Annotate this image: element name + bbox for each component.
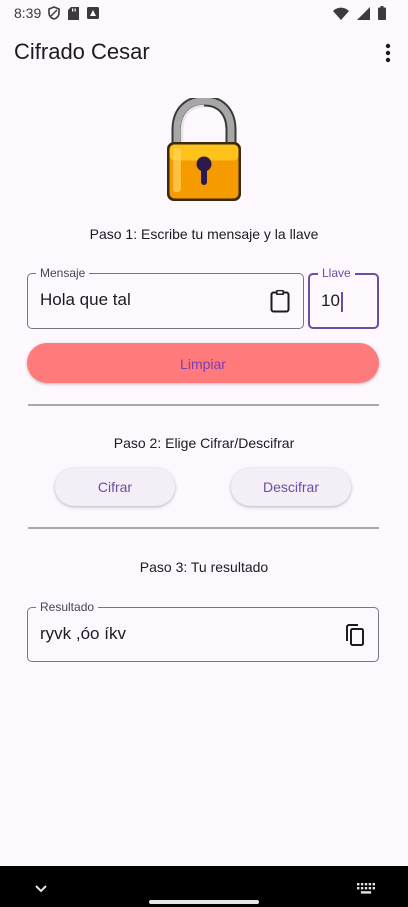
wifi-icon — [333, 7, 349, 20]
status-time: 8:39 — [14, 5, 42, 21]
descifrar-label: Descifrar — [262, 479, 319, 495]
resultado-value: ryvk ,óo íkv — [40, 624, 126, 643]
divider-2 — [28, 527, 379, 529]
home-handle[interactable] — [149, 900, 259, 904]
system-navigation-bar — [0, 866, 408, 907]
resultado-field[interactable]: Resultado ryvk ,óo íkv — [27, 600, 379, 662]
descifrar-button[interactable]: Descifrar — [231, 468, 351, 506]
llave-value: 10 — [321, 291, 340, 310]
mensaje-field[interactable]: Mensaje Hola que tal — [27, 266, 304, 329]
cifrar-button[interactable]: Cifrar — [55, 468, 175, 506]
sd-card-icon — [68, 6, 79, 20]
paste-clipboard-icon[interactable] — [270, 289, 290, 313]
app-bar: Cifrado Cesar — [0, 28, 408, 76]
step3-instruction: Paso 3: Tu resultado — [139, 559, 269, 575]
mensaje-label: Mensaje — [36, 266, 90, 280]
limpiar-label: Limpiar — [180, 356, 226, 372]
chevron-down-icon[interactable] — [35, 885, 47, 893]
step2-instruction: Paso 2: Elige Cifrar/Descifrar — [113, 435, 295, 451]
copy-icon[interactable] — [344, 623, 365, 647]
app-title: Cifrado Cesar — [14, 39, 150, 64]
padlock-icon — [167, 98, 241, 201]
step1-instruction: Paso 1: Escribe tu mensaje y la llave — [89, 226, 319, 242]
signal-icon — [357, 6, 370, 20]
battery-icon — [378, 6, 386, 20]
more-options-icon[interactable] — [382, 42, 394, 64]
llave-field[interactable]: Llave 10 — [308, 266, 379, 329]
limpiar-button[interactable]: Limpiar — [27, 343, 379, 383]
llave-label: Llave — [318, 266, 355, 280]
status-bar: 8:39 — [0, 0, 408, 28]
app-notification-icon — [87, 7, 99, 19]
text-cursor — [340, 291, 343, 312]
resultado-label: Resultado — [36, 600, 99, 614]
mensaje-value[interactable]: Hola que tal — [40, 290, 131, 310]
llave-input-value[interactable]: 10 — [321, 291, 343, 312]
cifrar-label: Cifrar — [97, 479, 133, 495]
shield-icon — [48, 6, 60, 20]
divider-1 — [28, 404, 379, 406]
keyboard-icon[interactable] — [357, 883, 375, 894]
